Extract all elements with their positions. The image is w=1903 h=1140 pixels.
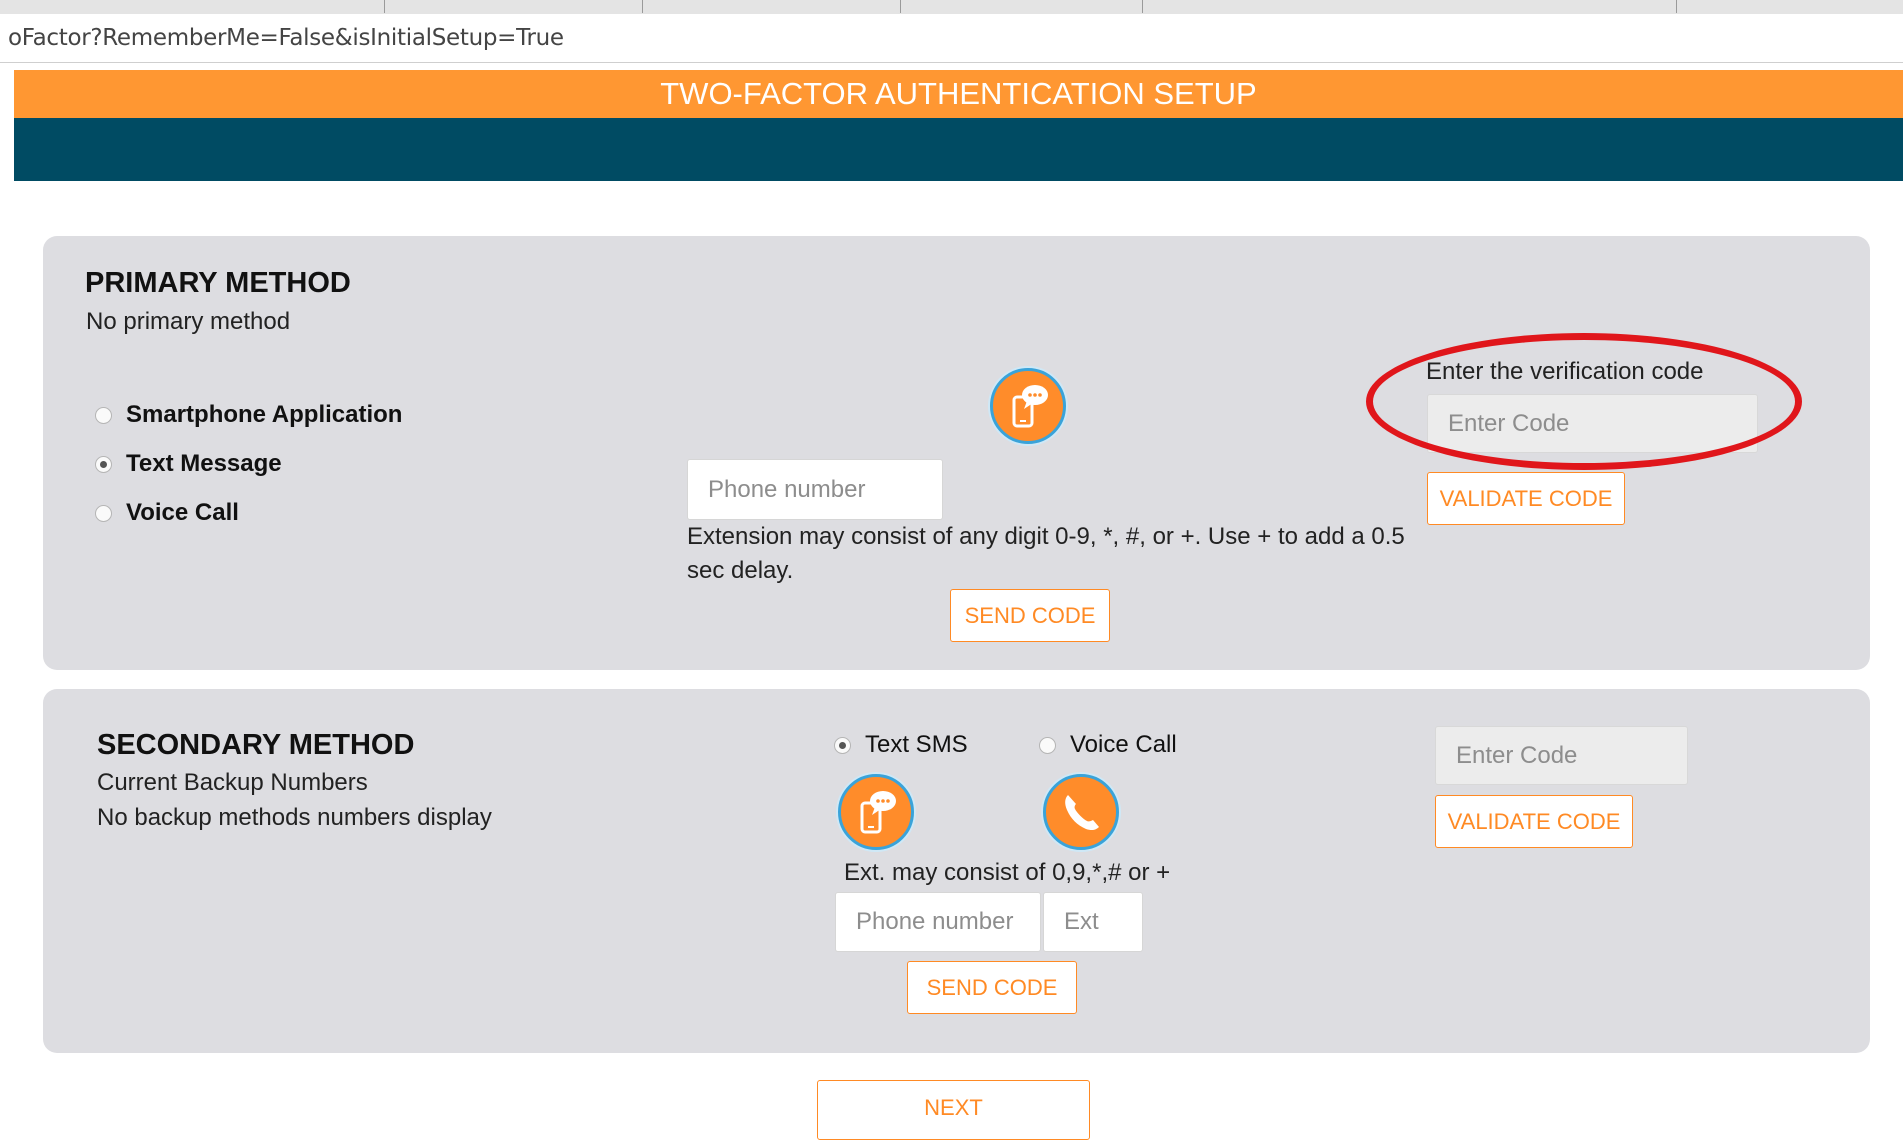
validate-code-button[interactable]: VALIDATE CODE xyxy=(1427,472,1625,525)
backup-numbers-status: No backup methods numbers display xyxy=(97,804,492,831)
browser-tab[interactable] xyxy=(384,0,643,13)
phone-number-input[interactable]: Phone number xyxy=(687,459,943,520)
highlight-annotation xyxy=(1366,333,1802,470)
option-label: Smartphone Application xyxy=(126,401,403,428)
browser-tab[interactable] xyxy=(642,0,901,13)
option-smartphone-app[interactable]: Smartphone Application xyxy=(95,401,402,429)
browser-tab[interactable] xyxy=(1418,0,1677,13)
radio-text-sms[interactable] xyxy=(834,736,851,754)
next-button[interactable]: NEXT xyxy=(817,1080,1090,1140)
option-label: Text SMS xyxy=(865,731,968,758)
radio-smartphone-app[interactable] xyxy=(95,406,112,424)
browser-tab[interactable] xyxy=(1676,0,1903,13)
sms-phone-icon xyxy=(990,368,1066,444)
browser-tab[interactable] xyxy=(126,0,385,13)
secondary-ext-input[interactable]: Ext xyxy=(1043,892,1143,952)
option-voice-call[interactable]: Voice Call xyxy=(95,499,239,527)
option-label: Voice Call xyxy=(126,499,239,526)
option-label: Text Message xyxy=(126,450,282,477)
option-label: Voice Call xyxy=(1070,731,1177,758)
extension-help-text: Extension may consist of any digit 0-9, … xyxy=(687,523,1405,584)
address-bar[interactable]: oFactor?RememberMe=False&isInitialSetup=… xyxy=(0,14,1903,63)
option-voice-call-secondary[interactable]: Voice Call xyxy=(1039,731,1177,759)
option-text-message[interactable]: Text Message xyxy=(95,450,282,478)
secondary-phone-input[interactable]: Phone number xyxy=(835,892,1041,952)
primary-status: No primary method xyxy=(86,308,291,335)
secondary-send-code-button[interactable]: SEND CODE xyxy=(907,961,1077,1014)
phone-call-icon[interactable] xyxy=(1043,774,1119,850)
radio-text-message[interactable] xyxy=(95,455,112,473)
sms-phone-icon[interactable] xyxy=(838,774,914,850)
ext-help-text: Ext. may consist of 0,9,*,# or + xyxy=(844,859,1171,886)
browser-tab-strip xyxy=(0,0,1903,15)
radio-voice-call-secondary[interactable] xyxy=(1039,736,1056,754)
secondary-heading: SECONDARY METHOD xyxy=(97,729,415,761)
secondary-method-panel: SECONDARY METHOD Current Backup Numbers … xyxy=(43,689,1870,1053)
secondary-validate-code-button[interactable]: VALIDATE CODE xyxy=(1435,795,1633,848)
url-text[interactable]: oFactor?RememberMe=False&isInitialSetup=… xyxy=(8,25,564,51)
page-title: TWO-FACTOR AUTHENTICATION SETUP xyxy=(14,70,1903,118)
option-text-sms[interactable]: Text SMS xyxy=(834,731,968,759)
nav-band xyxy=(14,118,1903,181)
send-code-button[interactable]: SEND CODE xyxy=(950,589,1110,642)
radio-voice-call[interactable] xyxy=(95,504,112,522)
primary-heading: PRIMARY METHOD xyxy=(85,267,351,299)
backup-numbers-title: Current Backup Numbers xyxy=(97,769,368,796)
browser-tab[interactable] xyxy=(900,0,1143,13)
secondary-code-input[interactable]: Enter Code xyxy=(1435,726,1688,785)
